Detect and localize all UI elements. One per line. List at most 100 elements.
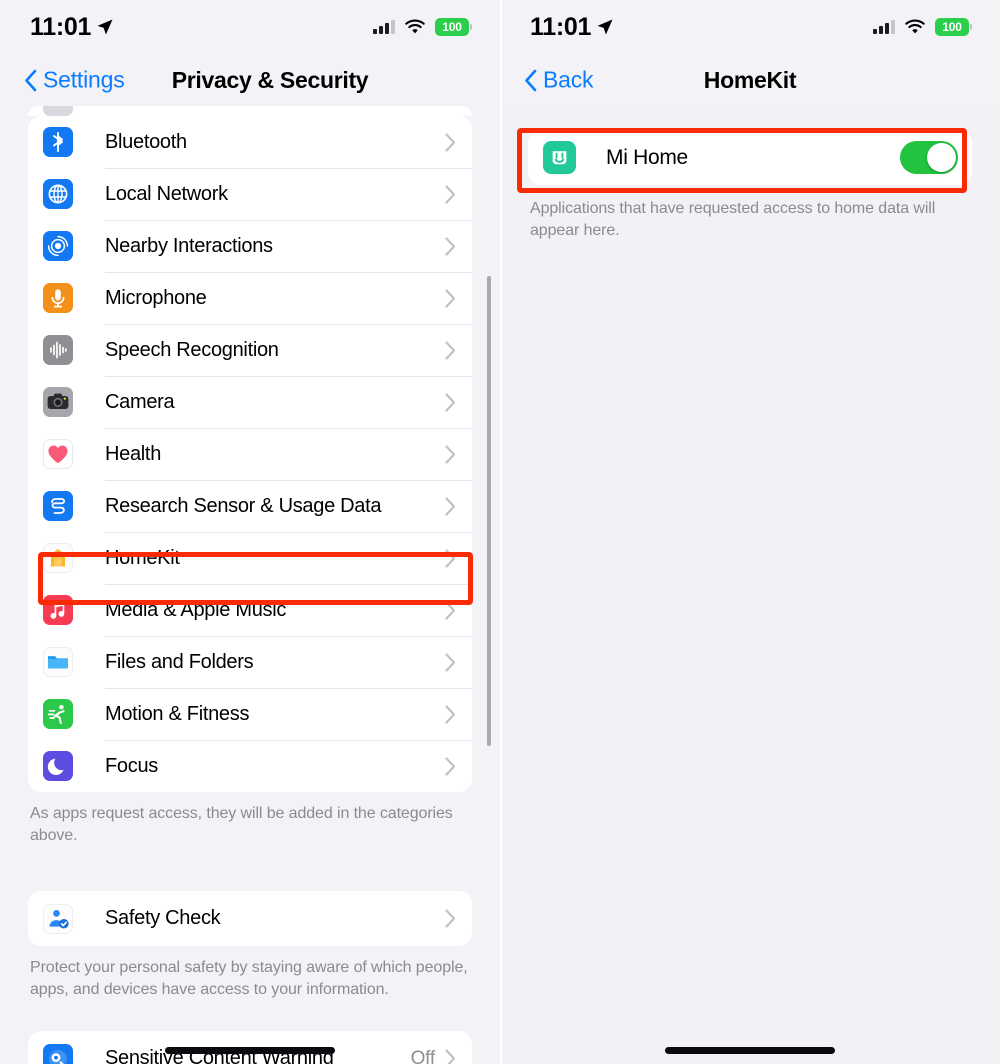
battery-percent-label: 100 [942, 20, 962, 34]
settings-row-motion-fitness[interactable]: Motion & Fitness [28, 688, 472, 740]
microphone-icon [43, 283, 73, 313]
sensitive-content-icon [43, 1043, 73, 1064]
settings-row-health[interactable]: Health [28, 428, 472, 480]
battery-indicator: 100 [435, 18, 472, 36]
settings-row-safety-check[interactable]: Safety Check [28, 891, 472, 946]
settings-row-speech-recognition[interactable]: Speech Recognition [28, 324, 472, 376]
clock-time: 11:01 [30, 12, 92, 41]
chevron-right-icon [445, 652, 456, 672]
chevron-right-icon [445, 1049, 456, 1064]
settings-row-camera[interactable]: Camera [28, 376, 472, 428]
settings-row-value: Off [410, 1047, 436, 1064]
settings-row-label: Research Sensor & Usage Data [105, 494, 382, 517]
folder-icon [43, 647, 73, 677]
mi-home-app-icon [543, 141, 576, 174]
music-note-icon [43, 595, 73, 625]
battery-indicator: 100 [935, 18, 972, 36]
globe-icon [43, 179, 73, 209]
wifi-icon [905, 19, 925, 34]
privacy-permissions-group: Bluetooth Local Network Nearby Interacti… [28, 116, 472, 792]
camera-icon [43, 387, 73, 417]
settings-row-label: Speech Recognition [105, 338, 279, 361]
back-button[interactable]: Back [524, 66, 594, 94]
settings-row-label: Camera [105, 390, 175, 413]
settings-row-microphone[interactable]: Microphone [28, 272, 472, 324]
chevron-right-icon [445, 909, 456, 928]
scroll-indicator[interactable] [487, 276, 491, 746]
status-bar-right: 100 [873, 18, 972, 36]
chevron-right-icon [445, 600, 456, 620]
settings-row-focus[interactable]: Focus [28, 740, 472, 792]
right-phone-screen: 11:01 100 Back HomeKit Mi Home Applicati… [500, 0, 1000, 1064]
settings-row-media-apple-music[interactable]: Media & Apple Music [28, 584, 472, 636]
back-button[interactable]: Settings [24, 67, 125, 94]
settings-row-label: Health [105, 442, 162, 465]
homekit-footnote: Applications that have requested access … [530, 200, 936, 240]
cellular-signal-icon [373, 20, 395, 34]
safety-check-group: Safety Check [28, 891, 472, 947]
toggle-knob [927, 143, 956, 172]
permissions-footnote: As apps request access, they will be add… [30, 805, 453, 845]
settings-row-label: Bluetooth [105, 130, 187, 153]
status-bar: 11:01 100 [0, 0, 500, 54]
moon-icon [43, 751, 73, 781]
settings-row-label: Safety Check [105, 907, 221, 930]
settings-row-homekit[interactable]: HomeKit [28, 532, 472, 584]
chevron-right-icon [445, 496, 456, 516]
home-indicator [165, 1047, 335, 1054]
back-button-label: Settings [43, 66, 125, 93]
app-row-mi-home[interactable]: Mi Home [528, 130, 972, 185]
chevron-right-icon [445, 704, 456, 724]
chevron-right-icon [445, 132, 456, 152]
nearby-radar-icon [43, 231, 73, 261]
chevron-left-icon [25, 69, 37, 91]
chevron-right-icon [445, 392, 456, 412]
status-bar-left: 11:01 [530, 13, 614, 42]
screenshot-divider [500, 0, 502, 1064]
settings-row-label: Media & Apple Music [105, 598, 287, 621]
battery-nub [970, 24, 972, 30]
settings-row-label: Local Network [105, 182, 228, 205]
back-button-label: Back [543, 66, 594, 93]
chevron-right-icon [445, 340, 456, 360]
settings-row-label: Nearby Interactions [105, 234, 273, 257]
homekit-scroll-area: Mi Home Applications that have requested… [500, 130, 1000, 1064]
mi-home-access-toggle[interactable] [900, 141, 958, 174]
left-phone-screen: 11:01 100 Settings Privacy & Security Bl… [0, 0, 500, 1064]
status-bar-left: 11:01 [30, 13, 114, 42]
status-bar: 11:01 100 [500, 0, 1000, 54]
chevron-right-icon [445, 288, 456, 308]
clipped-row-icon [43, 106, 73, 116]
location-arrow-icon [97, 19, 113, 35]
clock-time: 11:01 [530, 12, 592, 41]
navigation-bar: Back HomeKit [500, 54, 1000, 106]
chevron-left-icon [525, 69, 537, 91]
home-indicator [665, 1047, 835, 1054]
chevron-right-icon [445, 236, 456, 256]
location-arrow-icon [597, 19, 613, 35]
battery-percent-label: 100 [442, 20, 462, 34]
settings-row-label: Files and Folders [105, 650, 254, 673]
navigation-bar: Settings Privacy & Security [0, 54, 500, 106]
chevron-right-icon [445, 548, 456, 568]
settings-row-bluetooth[interactable]: Bluetooth [28, 116, 472, 168]
person-badge-check-icon [43, 903, 73, 934]
wifi-icon [405, 19, 425, 34]
settings-row-research-sensor[interactable]: Research Sensor & Usage Data [28, 480, 472, 532]
settings-scroll-area[interactable]: Bluetooth Local Network Nearby Interacti… [0, 106, 500, 1064]
settings-row-nearby-interactions[interactable]: Nearby Interactions [28, 220, 472, 272]
bluetooth-icon [43, 127, 73, 157]
app-row-label: Mi Home [606, 145, 688, 169]
settings-row-files-and-folders[interactable]: Files and Folders [28, 636, 472, 688]
chevron-right-icon [445, 444, 456, 464]
heart-icon [43, 439, 73, 469]
status-bar-right: 100 [373, 18, 472, 36]
clipped-previous-row [28, 106, 472, 116]
settings-row-local-network[interactable]: Local Network [28, 168, 472, 220]
chevron-right-icon [445, 184, 456, 204]
settings-row-label: Focus [105, 754, 158, 777]
settings-row-label: Microphone [105, 286, 207, 309]
waveform-icon [43, 335, 73, 365]
settings-row-label: HomeKit [105, 546, 180, 569]
chevron-right-icon [445, 756, 456, 776]
